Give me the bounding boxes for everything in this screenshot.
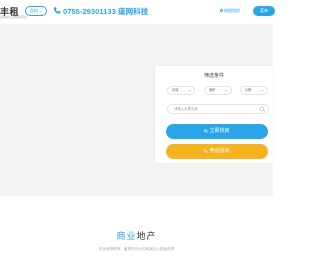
section-title-accent: 商业 <box>116 231 137 241</box>
section-subtitle: 特色房源推荐，最具性价比的商铺办公楼盘资源 <box>98 247 175 251</box>
call-search-button[interactable]: 电话找房 <box>166 144 268 159</box>
area-select[interactable]: 面积 <box>204 86 232 95</box>
menu-button[interactable]: 菜单 <box>253 6 275 16</box>
search-icon <box>204 128 209 133</box>
price-select[interactable]: 价格 <box>240 86 268 95</box>
hotline[interactable]: 0755-29301133 道网科技 <box>63 6 148 17</box>
search-placeholder: 请输入大厦名称 <box>174 107 198 111</box>
phone-icon <box>204 148 209 153</box>
building-search-input[interactable]: 请输入大厦名称 <box>167 104 269 114</box>
find-now-label: 立即找房 <box>209 128 230 134</box>
search-icon[interactable] <box>259 106 266 113</box>
district-select-label: 区域 <box>172 88 179 92</box>
site-header: 丰租 深圳办公室租赁平台 深圳 ⌄ 0755-29301133 道网科技 地图找… <box>0 0 275 25</box>
filter-title: 筛选条件 <box>203 73 224 79</box>
map-link-label: 地图找房 <box>224 8 240 13</box>
logo-tagline: 深圳办公室租赁平台 <box>0 15 28 19</box>
city-select-button[interactable]: 深圳 ⌄ <box>25 6 47 16</box>
section-title-rest: 地产 <box>136 231 157 241</box>
district-select[interactable]: 区域 <box>167 86 195 95</box>
company-name: 道网科技 <box>117 7 149 16</box>
filter-panel: 筛选条件 区域 面积 价格 请输入大厦名称 立即找房 电话找房 <box>155 66 273 163</box>
location-icon <box>220 9 223 13</box>
chevron-down-icon <box>225 89 228 92</box>
map-search-link[interactable]: 地图找房 <box>220 8 240 14</box>
phone-number: 0755-29301133 <box>63 7 116 16</box>
chevron-down-icon <box>261 89 264 92</box>
phone-icon <box>53 7 61 14</box>
section-title: 商业地产 <box>0 229 273 242</box>
chevron-down-icon <box>188 89 191 92</box>
find-now-button[interactable]: 立即找房 <box>166 124 268 139</box>
price-select-label: 价格 <box>245 88 252 92</box>
call-search-label: 电话找房 <box>209 148 230 154</box>
area-select-label: 面积 <box>209 88 216 92</box>
